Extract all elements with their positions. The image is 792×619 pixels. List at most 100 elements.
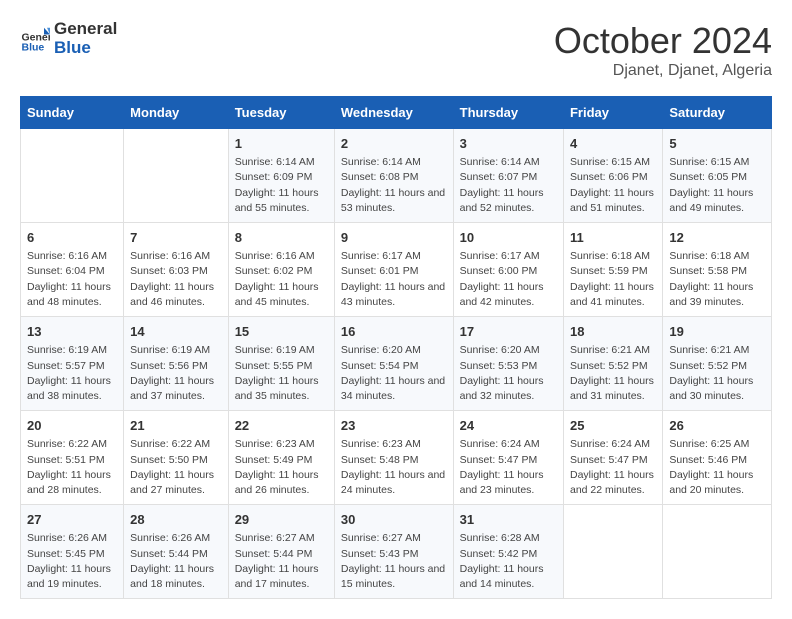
- calendar-header-row: SundayMondayTuesdayWednesdayThursdayFrid…: [21, 97, 772, 129]
- calendar-cell: 14 Sunrise: 6:19 AMSunset: 5:56 PMDayligh…: [124, 317, 229, 411]
- calendar-cell: 2 Sunrise: 6:14 AMSunset: 6:08 PMDaylight…: [334, 129, 453, 223]
- day-number: 16: [341, 323, 447, 341]
- day-number: 9: [341, 229, 447, 247]
- day-info: Sunrise: 6:21 AMSunset: 5:52 PMDaylight:…: [669, 343, 765, 404]
- day-info: Sunrise: 6:22 AMSunset: 5:51 PMDaylight:…: [27, 437, 117, 498]
- calendar-week-row: 6Sunrise: 6:16 AMSunset: 6:04 PMDaylight…: [21, 223, 772, 317]
- day-info: Sunrise: 6:16 AMSunset: 6:03 PMDaylight:…: [130, 249, 222, 310]
- day-info: Sunrise: 6:27 AMSunset: 5:43 PMDaylight:…: [341, 531, 447, 592]
- calendar-cell: 27 Sunrise: 6:26 AMSunset: 5:45 PMDayligh…: [21, 505, 124, 599]
- day-number: 10: [460, 229, 557, 247]
- calendar-cell: 18Sunrise: 6:21 AMSunset: 5:52 PMDayligh…: [563, 317, 662, 411]
- header-day-wednesday: Wednesday: [334, 97, 453, 129]
- day-number: 13: [27, 323, 117, 341]
- day-number: 19: [669, 323, 765, 341]
- day-info: Sunrise: 6:17 AMSunset: 6:01 PMDaylight:…: [341, 249, 447, 310]
- day-info: Sunrise: 6:23 AMSunset: 5:49 PMDaylight:…: [235, 437, 328, 498]
- calendar-cell: 10 Sunrise: 6:17 AMSunset: 6:00 PMDayligh…: [453, 223, 563, 317]
- header-day-monday: Monday: [124, 97, 229, 129]
- day-number: 1: [235, 135, 328, 153]
- location-title: Djanet, Djanet, Algeria: [554, 62, 772, 80]
- day-number: 14: [130, 323, 222, 341]
- calendar-cell: 25 Sunrise: 6:24 AMSunset: 5:47 PMDayligh…: [563, 411, 662, 505]
- day-number: 23: [341, 417, 447, 435]
- calendar-cell: 7 Sunrise: 6:16 AMSunset: 6:03 PMDaylight…: [124, 223, 229, 317]
- header-day-friday: Friday: [563, 97, 662, 129]
- day-info: Sunrise: 6:20 AMSunset: 5:53 PMDaylight:…: [460, 343, 557, 404]
- calendar-table: SundayMondayTuesdayWednesdayThursdayFrid…: [20, 96, 772, 599]
- calendar-cell: 30 Sunrise: 6:27 AMSunset: 5:43 PMDayligh…: [334, 505, 453, 599]
- calendar-cell: 22 Sunrise: 6:23 AMSunset: 5:49 PMDayligh…: [228, 411, 334, 505]
- day-info: Sunrise: 6:19 AMSunset: 5:55 PMDaylight:…: [235, 343, 328, 404]
- calendar-cell: 15 Sunrise: 6:19 AMSunset: 5:55 PMDayligh…: [228, 317, 334, 411]
- day-info: Sunrise: 6:21 AMSunset: 5:52 PMDaylight:…: [570, 343, 656, 404]
- calendar-cell: 19 Sunrise: 6:21 AMSunset: 5:52 PMDayligh…: [663, 317, 772, 411]
- calendar-cell: 26 Sunrise: 6:25 AMSunset: 5:46 PMDayligh…: [663, 411, 772, 505]
- page-header: General Blue General Blue October 2024 D…: [20, 20, 772, 80]
- day-number: 2: [341, 135, 447, 153]
- day-info: Sunrise: 6:26 AMSunset: 5:44 PMDaylight:…: [130, 531, 222, 592]
- day-number: 31: [460, 511, 557, 529]
- calendar-cell: [563, 505, 662, 599]
- calendar-cell: 9 Sunrise: 6:17 AMSunset: 6:01 PMDaylight…: [334, 223, 453, 317]
- logo-general-text: General: [54, 20, 117, 39]
- day-number: 30: [341, 511, 447, 529]
- day-number: 29: [235, 511, 328, 529]
- calendar-cell: 1 Sunrise: 6:14 AMSunset: 6:09 PMDaylight…: [228, 129, 334, 223]
- day-info: Sunrise: 6:24 AMSunset: 5:47 PMDaylight:…: [460, 437, 557, 498]
- calendar-cell: 17 Sunrise: 6:20 AMSunset: 5:53 PMDayligh…: [453, 317, 563, 411]
- day-info: Sunrise: 6:24 AMSunset: 5:47 PMDaylight:…: [570, 437, 656, 498]
- header-day-sunday: Sunday: [21, 97, 124, 129]
- calendar-cell: 29 Sunrise: 6:27 AMSunset: 5:44 PMDayligh…: [228, 505, 334, 599]
- day-info: Sunrise: 6:19 AMSunset: 5:57 PMDaylight:…: [27, 343, 117, 404]
- logo: General Blue General Blue: [20, 20, 117, 57]
- day-number: 26: [669, 417, 765, 435]
- header-day-saturday: Saturday: [663, 97, 772, 129]
- calendar-cell: 6Sunrise: 6:16 AMSunset: 6:04 PMDaylight…: [21, 223, 124, 317]
- day-info: Sunrise: 6:18 AMSunset: 5:58 PMDaylight:…: [669, 249, 765, 310]
- day-number: 27: [27, 511, 117, 529]
- calendar-cell: 23 Sunrise: 6:23 AMSunset: 5:48 PMDayligh…: [334, 411, 453, 505]
- day-info: Sunrise: 6:17 AMSunset: 6:00 PMDaylight:…: [460, 249, 557, 310]
- day-number: 7: [130, 229, 222, 247]
- day-info: Sunrise: 6:16 AMSunset: 6:02 PMDaylight:…: [235, 249, 328, 310]
- calendar-cell: [21, 129, 124, 223]
- header-day-tuesday: Tuesday: [228, 97, 334, 129]
- day-number: 6: [27, 229, 117, 247]
- day-info: Sunrise: 6:15 AMSunset: 6:06 PMDaylight:…: [570, 155, 656, 216]
- day-info: Sunrise: 6:14 AMSunset: 6:09 PMDaylight:…: [235, 155, 328, 216]
- day-info: Sunrise: 6:15 AMSunset: 6:05 PMDaylight:…: [669, 155, 765, 216]
- day-number: 4: [570, 135, 656, 153]
- day-number: 15: [235, 323, 328, 341]
- day-number: 17: [460, 323, 557, 341]
- calendar-week-row: 20 Sunrise: 6:22 AMSunset: 5:51 PMDayligh…: [21, 411, 772, 505]
- calendar-cell: 8Sunrise: 6:16 AMSunset: 6:02 PMDaylight…: [228, 223, 334, 317]
- calendar-cell: 16 Sunrise: 6:20 AMSunset: 5:54 PMDayligh…: [334, 317, 453, 411]
- day-info: Sunrise: 6:26 AMSunset: 5:45 PMDaylight:…: [27, 531, 117, 592]
- day-info: Sunrise: 6:18 AMSunset: 5:59 PMDaylight:…: [570, 249, 656, 310]
- day-info: Sunrise: 6:25 AMSunset: 5:46 PMDaylight:…: [669, 437, 765, 498]
- calendar-cell: 12Sunrise: 6:18 AMSunset: 5:58 PMDayligh…: [663, 223, 772, 317]
- day-info: Sunrise: 6:27 AMSunset: 5:44 PMDaylight:…: [235, 531, 328, 592]
- month-title: October 2024: [554, 20, 772, 62]
- day-number: 21: [130, 417, 222, 435]
- svg-text:Blue: Blue: [22, 41, 45, 53]
- day-info: Sunrise: 6:19 AMSunset: 5:56 PMDaylight:…: [130, 343, 222, 404]
- day-number: 20: [27, 417, 117, 435]
- day-info: Sunrise: 6:22 AMSunset: 5:50 PMDaylight:…: [130, 437, 222, 498]
- calendar-cell: 11Sunrise: 6:18 AMSunset: 5:59 PMDayligh…: [563, 223, 662, 317]
- calendar-cell: 3Sunrise: 6:14 AMSunset: 6:07 PMDaylight…: [453, 129, 563, 223]
- day-number: 22: [235, 417, 328, 435]
- day-info: Sunrise: 6:23 AMSunset: 5:48 PMDaylight:…: [341, 437, 447, 498]
- calendar-cell: 31Sunrise: 6:28 AMSunset: 5:42 PMDayligh…: [453, 505, 563, 599]
- day-info: Sunrise: 6:20 AMSunset: 5:54 PMDaylight:…: [341, 343, 447, 404]
- calendar-week-row: 1 Sunrise: 6:14 AMSunset: 6:09 PMDaylight…: [21, 129, 772, 223]
- calendar-cell: 20 Sunrise: 6:22 AMSunset: 5:51 PMDayligh…: [21, 411, 124, 505]
- day-number: 28: [130, 511, 222, 529]
- title-section: October 2024 Djanet, Djanet, Algeria: [554, 20, 772, 80]
- day-number: 25: [570, 417, 656, 435]
- day-info: Sunrise: 6:14 AMSunset: 6:08 PMDaylight:…: [341, 155, 447, 216]
- day-info: Sunrise: 6:14 AMSunset: 6:07 PMDaylight:…: [460, 155, 557, 216]
- calendar-cell: 24Sunrise: 6:24 AMSunset: 5:47 PMDayligh…: [453, 411, 563, 505]
- calendar-cell: 28 Sunrise: 6:26 AMSunset: 5:44 PMDayligh…: [124, 505, 229, 599]
